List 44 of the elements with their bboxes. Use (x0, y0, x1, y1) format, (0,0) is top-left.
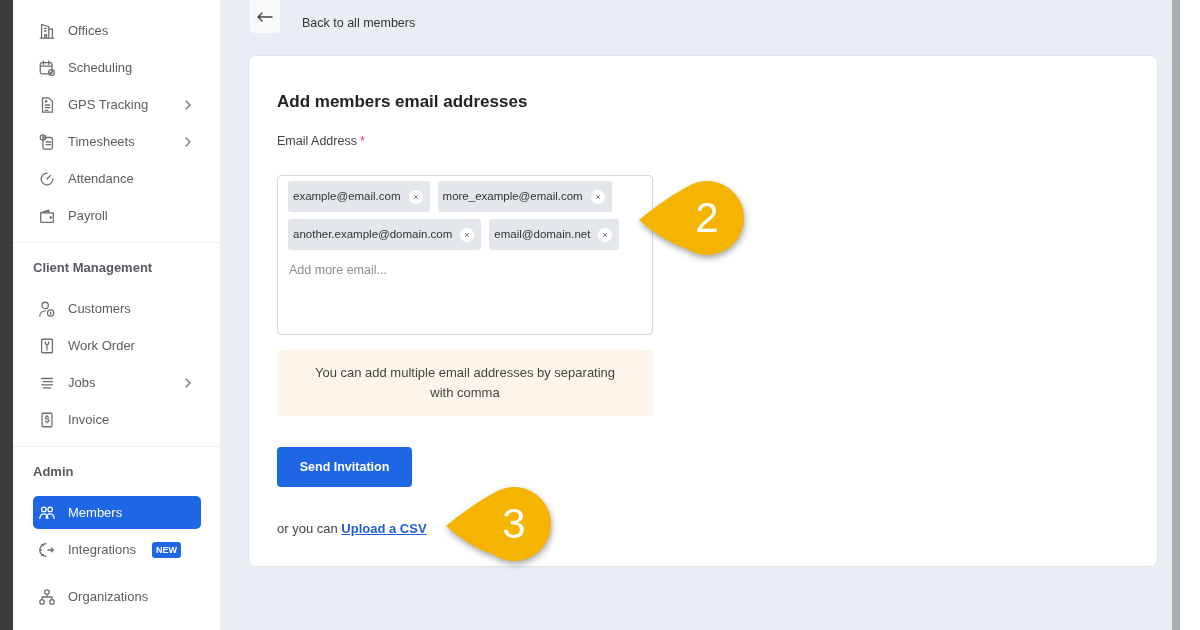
arrow-left-icon (257, 11, 273, 22)
add-email-input[interactable]: Add more email... (288, 257, 642, 280)
sidebar-item[interactable]: Integrations NEW (33, 533, 201, 566)
form-title: Add members email addresses (277, 92, 529, 113)
required-mark: * (359, 133, 365, 151)
new-tag: NEW (151, 541, 181, 558)
sidebar-item[interactable]: Work Order (33, 329, 201, 362)
building-icon (38, 21, 56, 40)
remove-icon[interactable] (598, 227, 613, 242)
sidebar-item[interactable]: Offices (33, 14, 201, 47)
field-label: Email Address (277, 133, 357, 151)
hint-text: You can add multiple email addresses by separating with comma (277, 350, 653, 417)
sidebar-item[interactable]: GPS Tracking (33, 88, 201, 121)
sidebar-item[interactable]: Invoice (33, 403, 201, 436)
clipboard-icon (38, 132, 56, 151)
back-button[interactable] (250, 0, 280, 33)
sidebar-item[interactable]: Jobs (33, 366, 201, 399)
section-heading: Admin (33, 463, 75, 481)
tool-panel-icon (38, 336, 56, 355)
sidebar-item[interactable]: Members (33, 496, 201, 529)
sidebar-item[interactable]: Scheduling (33, 51, 201, 84)
email-text: example@email.com (293, 189, 401, 204)
email-text: another.example@domain.com (293, 227, 453, 242)
sidebar-item[interactable]: Attendance (33, 162, 201, 195)
dollar-document-icon (38, 410, 56, 429)
email-text: email@domain.net (494, 227, 591, 242)
user-icon (38, 299, 56, 318)
remove-icon[interactable] (460, 227, 475, 242)
remove-icon[interactable] (408, 189, 423, 204)
sidebar-item[interactable]: Organizations (33, 580, 201, 613)
send-invitation-button[interactable]: Send Invitation (277, 447, 412, 488)
back-link[interactable]: Back to all members (302, 14, 416, 33)
email-text: more_example@email.com (442, 189, 583, 204)
email-input-field[interactable]: example@email.com more_example@email.com another.example@domain.com email@domain.net Add more email... (277, 175, 653, 336)
sidebar-item[interactable]: Payroll (33, 199, 201, 232)
calendar-icon (38, 58, 56, 77)
upload-csv-link[interactable]: Upload a CSV (341, 521, 427, 537)
upload-hint-text: or you can Upload a CSV (277, 520, 427, 539)
sidebar-item[interactable]: Timesheets (33, 125, 201, 158)
sidebar-item[interactable]: Customers (33, 292, 201, 325)
gear-arrow-icon (38, 540, 56, 559)
remove-icon[interactable] (590, 189, 605, 204)
hierarchy-icon (38, 587, 56, 606)
section-heading: Client Management (33, 259, 154, 277)
